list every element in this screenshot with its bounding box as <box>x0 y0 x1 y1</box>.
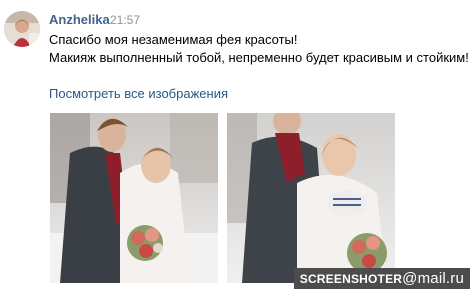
message-time[interactable]: 21:57 <box>110 13 140 27</box>
watermark-suffix: @mail.ru <box>402 270 464 287</box>
avatar-image <box>4 11 40 47</box>
author-name[interactable]: Anzhelika <box>49 12 110 27</box>
wedding-photo-1[interactable] <box>50 113 218 283</box>
view-all-images-link[interactable]: Посмотреть все изображения <box>49 86 228 101</box>
wedding-photo-2[interactable] <box>227 113 395 283</box>
message-text-line-2: Макияж выполненный тобой, непременно буд… <box>49 50 469 65</box>
message-text-line-1: Спасибо моя незаменимая фея красоты! <box>49 32 298 47</box>
avatar[interactable] <box>4 11 40 47</box>
watermark-prefix: SCREENSHOTER <box>299 272 403 286</box>
screenshoter-watermark: SCREENSHOTER@mail.ru <box>293 268 470 289</box>
